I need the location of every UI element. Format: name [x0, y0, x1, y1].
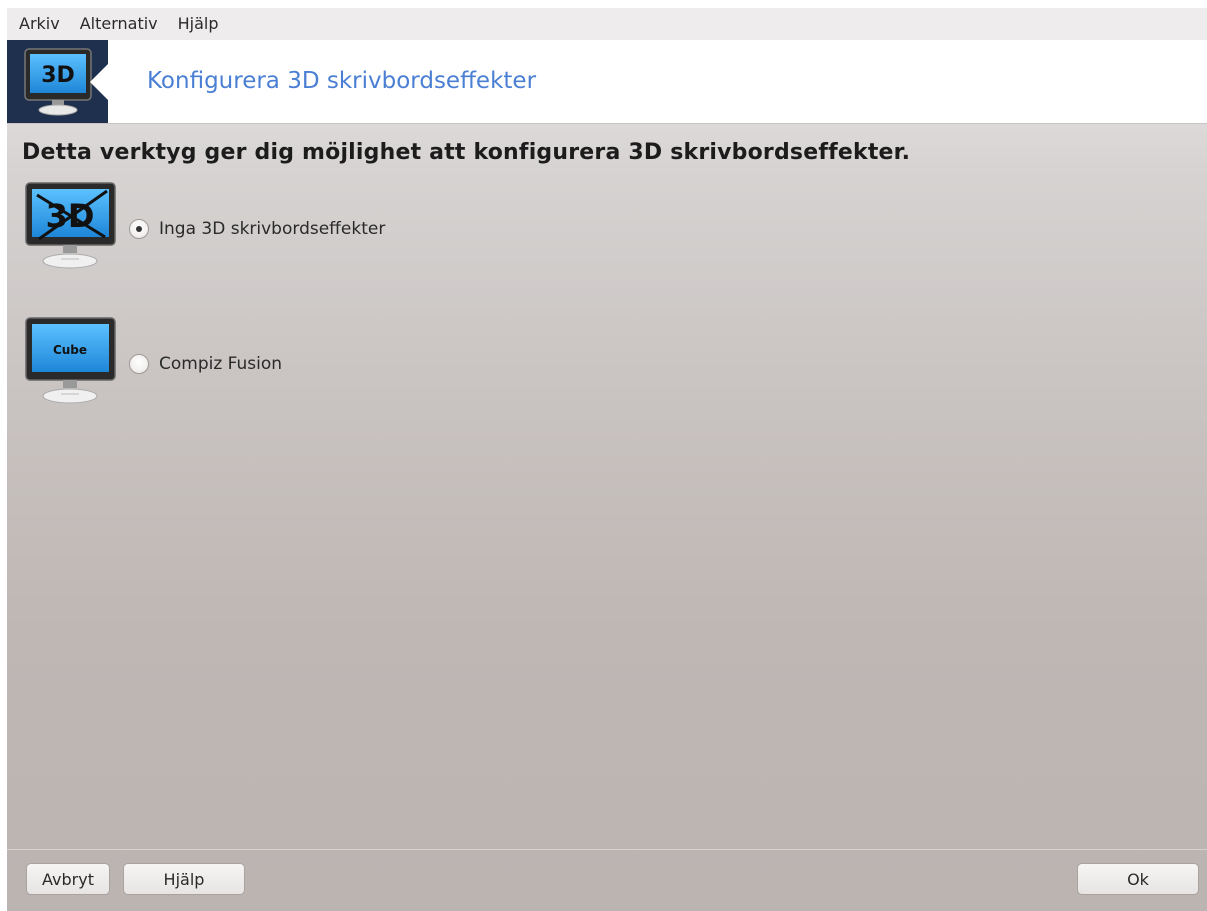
banner-title: Konfigurera 3D skrivbordseffekter [147, 68, 537, 94]
menu-arkiv[interactable]: Arkiv [19, 8, 60, 40]
cube-icon-label: Cube [53, 343, 87, 357]
help-button[interactable]: Hjälp [123, 863, 245, 895]
option-no-3d-label[interactable]: Inga 3D skrivbordseffekter [159, 219, 385, 239]
option-compiz-fusion[interactable]: Cube Compiz Fusion [25, 316, 282, 411]
cube-monitor-icon: Cube [25, 316, 120, 411]
option-no-3d[interactable]: 3D Inga 3D skrivbordseffekter [25, 181, 385, 276]
banner-arrow [90, 64, 108, 100]
menubar: Arkiv Alternativ Hjälp [7, 8, 1207, 40]
banner-icon-label: 3D [41, 63, 75, 88]
menu-hjalp[interactable]: Hjälp [178, 8, 219, 40]
option-compiz-fusion-label[interactable]: Compiz Fusion [159, 354, 282, 374]
no-3d-icon: 3D [25, 181, 120, 276]
ok-button[interactable]: Ok [1077, 863, 1199, 895]
intro-text: Detta verktyg ger dig möjlighet att konf… [22, 140, 911, 165]
menu-alternativ[interactable]: Alternativ [80, 8, 158, 40]
radio-no-3d[interactable] [129, 218, 149, 239]
radio-compiz-fusion[interactable] [129, 353, 149, 374]
header-banner: 3D Konfigurera 3D skrivbordseffekter [7, 40, 1207, 124]
cancel-button[interactable]: Avbryt [26, 863, 110, 895]
footer-divider [7, 849, 1207, 850]
window: Arkiv Alternativ Hjälp 3D Konfigurera 3D… [7, 8, 1207, 911]
